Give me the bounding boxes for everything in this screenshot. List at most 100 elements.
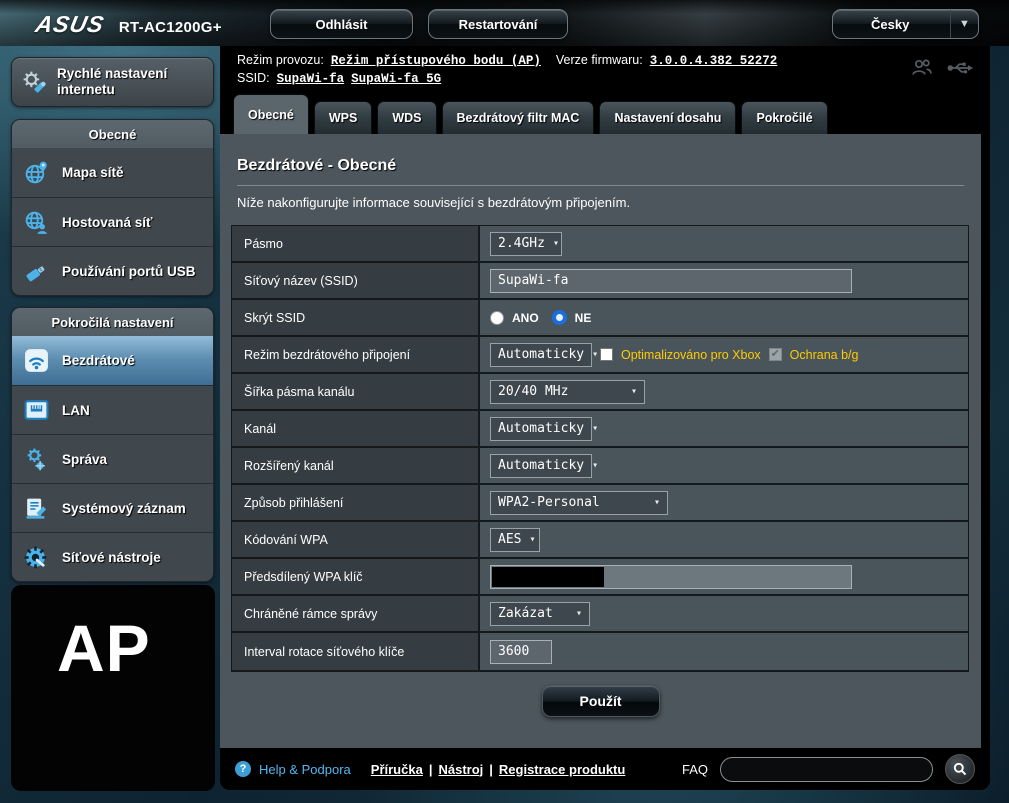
operation-mode-line: Režim provozu: Režim přístupového bodu (… [237,53,976,68]
apply-row: Použít [220,685,981,717]
sidebar-item-lan[interactable]: LAN [12,385,213,434]
extension-channel-select[interactable]: Automaticky [490,454,592,478]
language-value: Česky [871,17,909,32]
sidebar-item-network-tools[interactable]: Síťové nástroje [12,532,213,581]
mode-label: Režim provozu: [237,53,324,67]
tab-general[interactable]: Obecné [233,94,309,134]
apply-button[interactable]: Použít [542,685,660,717]
ssid-input[interactable] [490,269,852,293]
sidebar-item-label: Používání portů USB [62,264,196,279]
sidebar-item-label: Bezdrátové [62,353,135,368]
extension-channel-select-value: Automaticky [498,458,584,473]
hide-ssid-yes-radio[interactable] [490,311,504,325]
form-row-wpa-encryption: Kódování WPA AES [232,522,968,559]
usb-icon[interactable] [947,57,974,79]
clients-icon[interactable] [910,57,933,79]
manual-link[interactable]: Příručka [371,762,423,777]
chevron-down-icon [646,497,660,508]
tab-wireless-mac-filter[interactable]: Bezdrátový filtr MAC [442,101,595,134]
sidebar-item-label: Mapa sítě [62,165,124,180]
form-row-wireless-mode: Režim bezdrátového připojení Automaticky… [232,337,968,374]
wireless-mode-select-value: Automaticky [498,347,584,362]
chevron-down-icon [584,460,598,471]
language-selector[interactable]: Česky [832,9,979,39]
operation-mode-panel: AP [11,585,215,791]
operation-mode-link[interactable]: Režim přístupového bodu (AP) [331,54,541,68]
reboot-button[interactable]: Restartování [428,9,568,39]
wireless-mode-select[interactable]: Automaticky [490,343,592,367]
usb-application-icon [23,258,50,285]
footer-links: Příručka | Nástroj | Registrace produktu [371,762,626,777]
network-tools-icon [23,544,50,571]
hide-ssid-no-radio[interactable] [552,310,567,325]
protected-frames-select[interactable]: Zakázat [490,602,590,626]
form-row-key-rotation: Interval rotace síťového klíče [232,633,968,670]
settings-form: Pásmo 2.4GHz Síťový název (SSID) Skrýt S… [231,225,969,672]
form-row-channel: Kanál Automaticky [232,411,968,448]
ssid-5g-link[interactable]: SupaWi-fa_5G [351,72,441,86]
product-registration-link[interactable]: Registrace produktu [499,762,625,777]
wpa-encryption-select[interactable]: AES [490,528,540,552]
sidebar-item-wireless[interactable]: Bezdrátové [12,336,213,385]
asus-logo: ASUS [33,11,107,38]
auth-method-select[interactable]: WPA2-Personal [490,491,668,515]
quick-setup-label: Rychlé nastavení internetu [57,66,204,97]
field-label: Šířka pásma kanálu [232,374,480,409]
info-bar: Režim provozu: Režim přístupového bodu (… [220,46,990,93]
tab-wps[interactable]: WPS [314,101,372,134]
field-label: Chráněné rámce správy [232,596,480,631]
sidebar-section-advanced: Pokročilá nastavení Bezdrátové LAN [11,307,214,582]
field-label: Interval rotace síťového klíče [232,633,480,670]
settings-panel: Bezdrátové - Obecné Níže nakonfigurujte … [220,134,981,748]
chevron-down-icon [584,349,598,360]
field-label: Kanál [232,411,480,446]
wpa-key-input[interactable] [490,565,852,589]
firmware-version-link[interactable]: 3.0.0.4.382_52272 [650,54,778,68]
page-description: Níže nakonfigurujte informace souvisejíc… [220,195,981,210]
band-select[interactable]: 2.4GHz [490,232,562,256]
sidebar-item-administration[interactable]: Správa [12,434,213,483]
wireless-icon [23,347,50,374]
sidebar-item-label: LAN [62,403,90,418]
sidebar-item-usb-application[interactable]: Používání portů USB [12,246,213,295]
faq-search-input[interactable] [720,757,933,782]
channel-bandwidth-select[interactable]: 20/40 MHz [490,380,645,404]
utility-link[interactable]: Nástroj [438,762,483,777]
auth-method-select-value: WPA2-Personal [498,495,600,510]
tab-professional[interactable]: Pokročilé [741,101,827,134]
ssid-24g-link[interactable]: SupaWi-fa [277,72,345,86]
form-row-auth-method: Způsob přihlášení WPA2-Personal [232,485,968,522]
mode-badge: AP [11,585,215,681]
bg-protection-checkbox [769,348,782,361]
help-support-link[interactable]: Help & Podpora [259,762,351,777]
logout-button[interactable]: Odhlásit [270,9,413,39]
link-separator: | [489,762,493,777]
chevron-down-icon [521,534,535,545]
form-row-wpa-key: Předsdílený WPA klíč [232,559,968,596]
sidebar-item-network-map[interactable]: Mapa sítě [12,148,213,197]
bg-protection-label: Ochrana b/g [790,348,859,362]
sidebar-item-quick-internet-setup[interactable]: Rychlé nastavení internetu [11,57,214,107]
tab-wds[interactable]: WDS [377,101,436,134]
chevron-down-icon [584,423,598,434]
band-select-value: 2.4GHz [498,236,545,251]
search-button[interactable] [945,754,975,784]
channel-select[interactable]: Automaticky [490,417,592,441]
divider [237,185,964,186]
field-label: Rozšířený kanál [232,448,480,483]
firmware-part: Verze firmwaru: 3.0.0.4.382_52272 [556,53,777,68]
faq-label: FAQ [682,762,708,777]
key-rotation-input[interactable] [490,640,552,664]
sidebar-item-system-log[interactable]: Systémový záznam [12,483,213,532]
wpa-encryption-select-value: AES [498,532,521,547]
tab-roaming-block[interactable]: Nastavení dosahu [599,101,736,134]
chevron-down-icon [950,10,978,38]
xbox-optimized-checkbox[interactable] [600,348,613,361]
sidebar-item-guest-network[interactable]: Hostovaná síť [12,197,213,246]
channel-bandwidth-select-value: 20/40 MHz [498,384,568,399]
sidebar-item-label: Síťové nástroje [62,550,161,565]
hide-ssid-yes-label: ANO [512,311,539,325]
sidebar-section-title: Obecné [12,120,213,148]
router-model: RT-AC1200G+ [119,19,222,36]
top-bar: ASUS RT-AC1200G+ Odhlásit Restartování Č… [0,0,1009,46]
